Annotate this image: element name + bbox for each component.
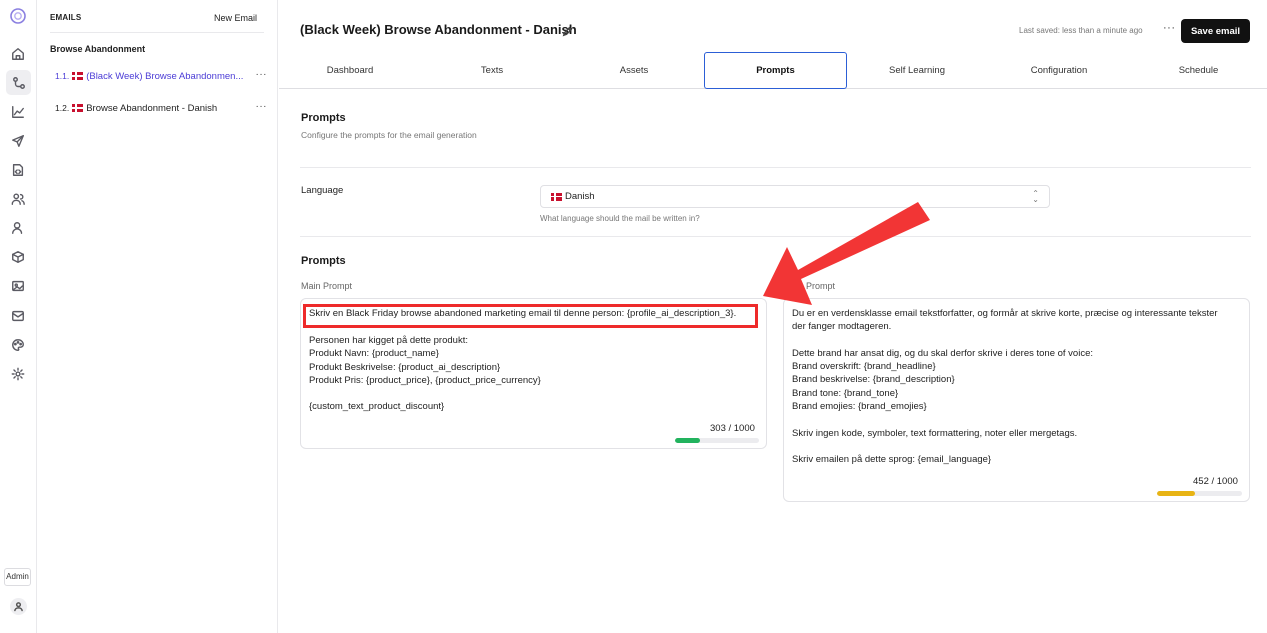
avatar[interactable] <box>10 598 27 615</box>
sidebar-header: EMAILS <box>50 13 82 22</box>
tab-dashboard[interactable]: Dashboard <box>279 52 421 89</box>
home-icon[interactable] <box>8 44 28 64</box>
main-prompt-label: Main Prompt <box>301 281 353 291</box>
tab-texts[interactable]: Texts <box>421 52 563 89</box>
more-options-icon[interactable]: ··· <box>256 101 268 112</box>
inbox-icon[interactable] <box>8 306 28 326</box>
system-prompt-body: Du er en verdensklasse email tekstforfat… <box>792 308 1218 466</box>
tab-assets[interactable]: Assets <box>563 52 705 89</box>
language-label: Language <box>301 185 344 196</box>
sidebar-item-label: (Black Week) Browse Abandonmen... <box>86 70 244 82</box>
item-number: 1.2. <box>55 103 70 113</box>
save-email-button[interactable]: Save email <box>1181 19 1250 43</box>
tab-bar: Dashboard Texts Assets Prompts Self Lear… <box>279 52 1267 89</box>
system-prompt-counter: 452 / 1000 <box>1193 476 1238 487</box>
divider <box>300 167 1251 168</box>
tab-configuration[interactable]: Configuration <box>988 52 1130 89</box>
images-icon[interactable] <box>8 276 28 296</box>
sidebar-item-black-week[interactable]: 1.1. (Black Week) Browse Abandonmen... ·… <box>55 68 267 84</box>
users-icon[interactable] <box>8 189 28 209</box>
section-subtitle: Configure the prompts for the email gene… <box>301 130 477 140</box>
language-hint: What language should the mail be written… <box>540 214 700 223</box>
sidebar-group-title: Browse Abandonment <box>50 44 146 54</box>
products-icon[interactable] <box>8 247 28 267</box>
tab-self-learning[interactable]: Self Learning <box>846 52 988 89</box>
icon-rail: Admin <box>0 0 37 633</box>
system-prompt-progress <box>1157 491 1242 496</box>
admin-badge[interactable]: Admin <box>4 568 31 586</box>
danish-flag-icon <box>72 72 84 80</box>
main-prompt-progress-fill <box>675 438 701 443</box>
segments-icon[interactable] <box>8 218 28 238</box>
new-email-button[interactable]: New Email <box>214 13 257 23</box>
chevron-updown-icon: ⌃ ⌄ <box>1032 189 1039 204</box>
more-options-icon[interactable]: ··· <box>256 69 268 80</box>
template-icon[interactable] <box>8 160 28 180</box>
annotation-highlight-box <box>303 304 758 328</box>
section-title: Prompts <box>301 112 346 124</box>
flows-icon[interactable] <box>6 70 31 95</box>
logo-icon[interactable] <box>9 7 27 25</box>
sidebar-item-label: Browse Abandonment - Danish <box>86 102 218 114</box>
divider <box>300 236 1251 237</box>
page-title: (Black Week) Browse Abandonment - Danish <box>300 22 577 37</box>
main-prompt-counter: 303 / 1000 <box>710 423 755 434</box>
tab-prompts[interactable]: Prompts <box>704 52 847 89</box>
settings-icon[interactable] <box>8 364 28 384</box>
item-number: 1.1. <box>55 71 70 81</box>
palette-icon[interactable] <box>8 335 28 355</box>
danish-flag-icon <box>551 192 562 201</box>
language-select[interactable]: Danish ⌃ ⌄ <box>540 185 1050 208</box>
sidebar-item-danish[interactable]: 1.2. Browse Abandonment - Danish ··· <box>55 100 267 116</box>
last-saved-status: Last saved: less than a minute ago <box>1019 26 1143 35</box>
analytics-icon[interactable] <box>8 102 28 122</box>
header-more-icon[interactable]: ··· <box>1163 22 1176 34</box>
tab-schedule[interactable]: Schedule <box>1130 52 1267 89</box>
user-icon <box>14 602 23 612</box>
send-icon[interactable] <box>8 131 28 151</box>
main-prompt-progress <box>675 438 759 443</box>
danish-flag-icon <box>72 104 84 112</box>
prompts-title: Prompts <box>301 255 346 267</box>
main-prompt-body: Personen har kigget på dette produkt: Pr… <box>309 335 541 413</box>
system-prompt-progress-fill <box>1157 491 1196 496</box>
language-value: Danish <box>565 191 595 202</box>
edit-pencil-icon[interactable] <box>562 24 574 37</box>
sidebar-divider <box>50 32 264 33</box>
email-sidebar: EMAILS New Email Browse Abandonment 1.1.… <box>37 0 278 633</box>
system-prompt-label: Prompt <box>806 281 836 291</box>
